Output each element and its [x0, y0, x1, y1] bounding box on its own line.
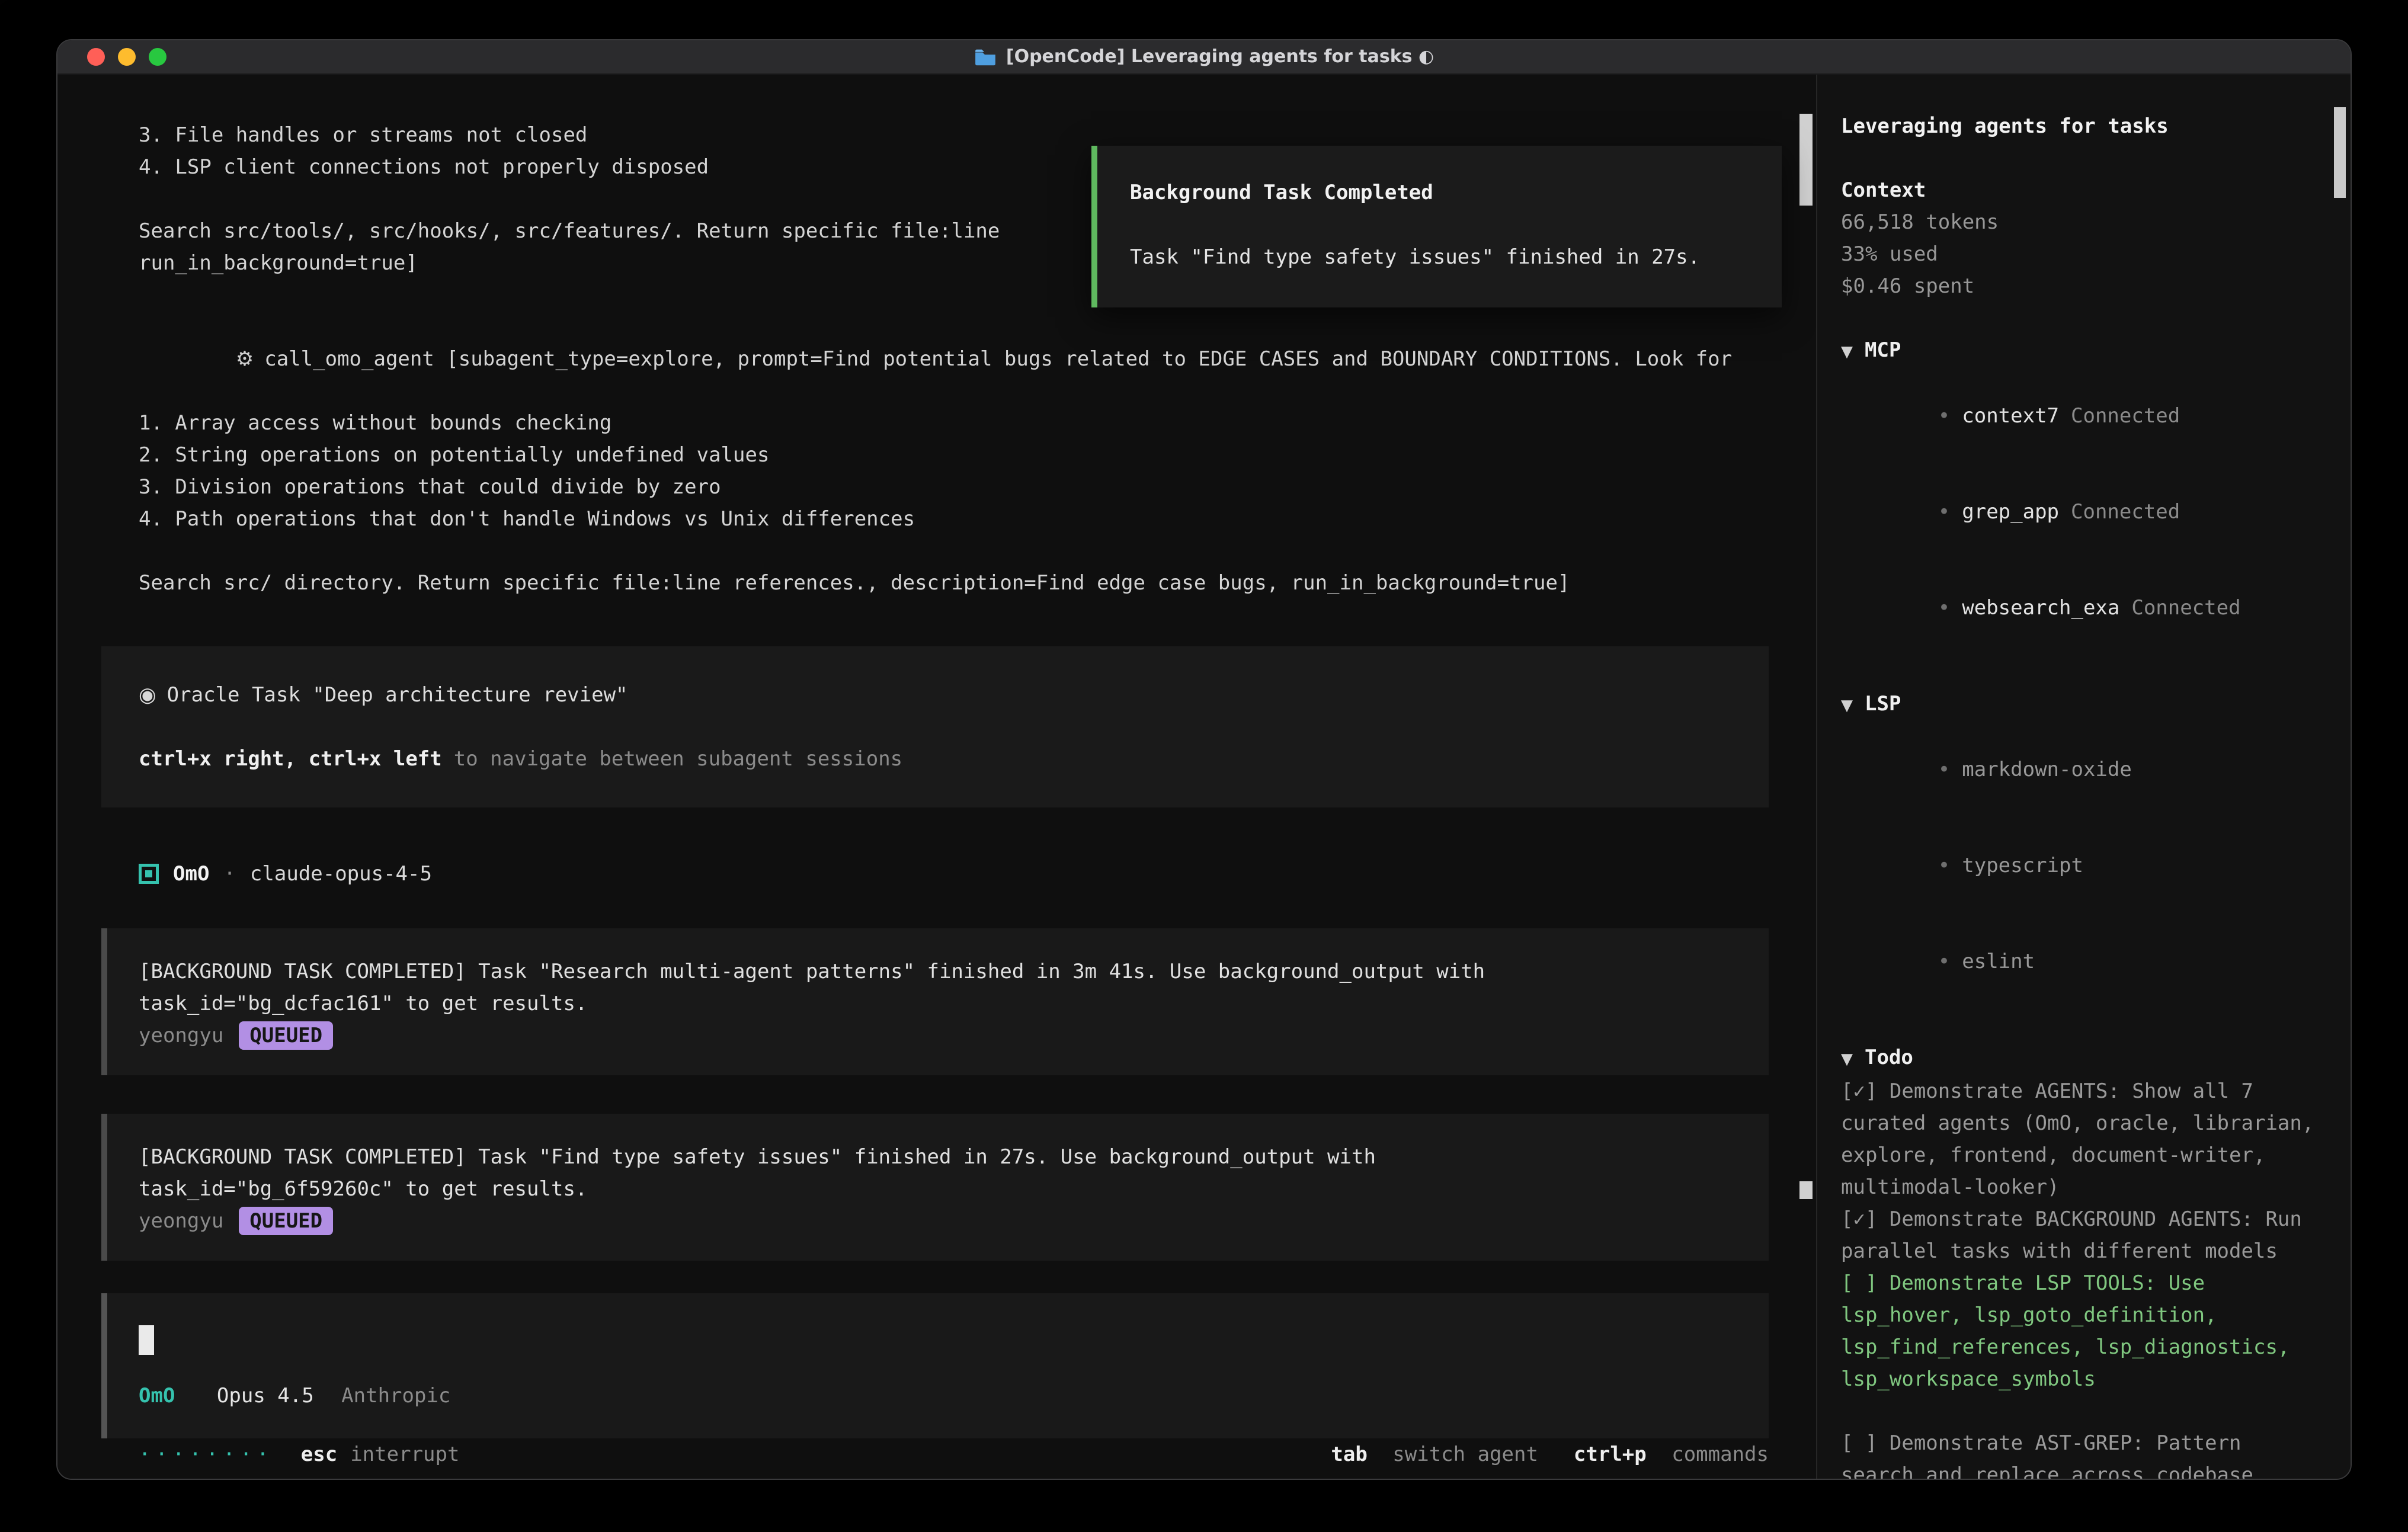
- spinner-dots: ········: [139, 1438, 274, 1470]
- minimize-button[interactable]: [118, 48, 136, 66]
- ctrl-p-key: ctrl+p: [1574, 1443, 1647, 1466]
- message-meta: yeongyu QUEUED: [139, 1205, 1733, 1237]
- todo-item: [ ] Demonstrate LSP TOOLS: Use lsp_hover…: [1841, 1267, 2317, 1395]
- agent-model: claude-opus-4-5: [250, 858, 432, 890]
- terminal-line: 3. Division operations that could divide…: [139, 471, 1769, 503]
- status-badge: QUEUED: [239, 1207, 333, 1235]
- mcp-item: •context7Connected: [1841, 368, 2317, 464]
- bullet-icon: •: [1938, 854, 1950, 877]
- esc-key-label: interrupt: [350, 1438, 459, 1470]
- terminal-line: 4. Path operations that don't handle Win…: [139, 503, 1769, 535]
- chevron-down-icon: ▼: [1841, 697, 1853, 714]
- text-cursor: [139, 1325, 154, 1355]
- lsp-section-header[interactable]: ▼ LSP: [1841, 688, 2317, 722]
- todo-item: [✓] Demonstrate AGENTS: Show all 7 curat…: [1841, 1075, 2317, 1203]
- context-heading: Context: [1841, 174, 2317, 206]
- oracle-task-title: ◉ Oracle Task "Deep architecture review": [139, 679, 1733, 711]
- agent-icon: [139, 864, 159, 884]
- agent-session-header[interactable]: OmO · claude-opus-4-5: [139, 858, 1769, 890]
- terminal-line: 2. String operations on potentially unde…: [139, 439, 1769, 471]
- commands-hint: ctrl+p commands: [1574, 1438, 1769, 1470]
- todo-item: [✓] Demonstrate BACKGROUND AGENTS: Run p…: [1841, 1203, 2317, 1267]
- agent-name: OmO: [173, 858, 209, 890]
- message-author: yeongyu: [139, 1020, 223, 1052]
- terminal-line: Search src/ directory. Return specific f…: [139, 567, 1769, 599]
- sidebar-scrollbar-thumb[interactable]: [2334, 107, 2346, 198]
- lsp-item: •markdown-oxide: [1841, 722, 2317, 818]
- notification-toast[interactable]: Background Task Completed Task "Find typ…: [1091, 146, 1782, 307]
- todo-heading: Todo: [1865, 1046, 1913, 1069]
- context-tokens: 66,518 tokens: [1841, 206, 2317, 238]
- close-button[interactable]: [87, 48, 105, 66]
- active-agent-label: OmO: [139, 1384, 175, 1408]
- context-used: 33% used: [1841, 238, 2317, 270]
- status-bar: ········ esc interrupt tab switch agent …: [139, 1438, 1769, 1470]
- toast-body: Task "Find type safety issues" finished …: [1130, 241, 1746, 273]
- folder-icon: [974, 48, 997, 66]
- lsp-heading: LSP: [1865, 692, 1901, 716]
- bullet-icon: •: [1938, 950, 1950, 973]
- bullet-icon: •: [1938, 758, 1950, 781]
- bullet-icon: •: [1938, 404, 1950, 428]
- session-title: Leveraging agents for tasks: [1841, 110, 2317, 142]
- prompt-input[interactable]: OmO Opus 4.5 Anthropic: [101, 1293, 1769, 1438]
- status-badge: QUEUED: [239, 1021, 333, 1050]
- subagent-navigation-hint: ctrl+x right, ctrl+x left to navigate bet…: [139, 743, 1733, 775]
- tab-key: tab: [1331, 1443, 1367, 1466]
- terminal-main: 3. File handles or streams not closed 4.…: [57, 75, 1816, 1479]
- window-controls: [87, 48, 166, 66]
- oracle-icon: ◉: [139, 683, 156, 707]
- message-line: task_id="bg_6f59260c" to get results.: [139, 1173, 1733, 1205]
- title-bar[interactable]: [OpenCode] Leveraging agents for tasks ◐: [57, 40, 2351, 75]
- session-sidebar: Leveraging agents for tasks Context 66,5…: [1816, 75, 2351, 1479]
- bullet-icon: •: [1938, 500, 1950, 524]
- main-scrollbar-marker[interactable]: [1799, 1181, 1813, 1199]
- chevron-down-icon: ▼: [1841, 1050, 1853, 1068]
- background-task-message: [BACKGROUND TASK COMPLETED] Task "Resear…: [101, 928, 1769, 1075]
- gear-icon: ⚙: [236, 347, 254, 371]
- message-line: [BACKGROUND TASK COMPLETED] Task "Resear…: [139, 956, 1733, 988]
- tab-hint: tab switch agent: [1331, 1438, 1538, 1470]
- message-author: yeongyu: [139, 1205, 223, 1237]
- background-task-message: [BACKGROUND TASK COMPLETED] Task "Find t…: [101, 1114, 1769, 1261]
- input-model-info: OmO Opus 4.5 Anthropic: [139, 1380, 1733, 1412]
- chevron-down-icon: ▼: [1841, 343, 1853, 361]
- active-model-label: Opus 4.5: [217, 1384, 314, 1408]
- tool-call-line: ⚙ call_omo_agent [subagent_type=explore, …: [139, 311, 1769, 407]
- tool-call-text: call_omo_agent [subagent_type=explore, p…: [264, 347, 1732, 371]
- context-spent: $0.46 spent: [1841, 270, 2317, 302]
- provider-label: Anthropic: [341, 1384, 450, 1408]
- lsp-item: •eslint: [1841, 914, 2317, 1009]
- terminal-line: 1. Array access without bounds checking: [139, 407, 1769, 439]
- app-window: [OpenCode] Leveraging agents for tasks ◐…: [56, 39, 2352, 1480]
- mcp-section-header[interactable]: ▼ MCP: [1841, 334, 2317, 368]
- separator-dot: ·: [223, 858, 235, 890]
- message-meta: yeongyu QUEUED: [139, 1020, 1733, 1052]
- window-title-text: [OpenCode] Leveraging agents for tasks ◐: [1006, 48, 1434, 66]
- hint-keys: ctrl+x right, ctrl+x left: [139, 747, 442, 771]
- hint-text: to navigate between subagent sessions: [454, 747, 902, 771]
- oracle-task-panel: ◉Oracle Task "Deep architecture review" …: [101, 646, 1769, 807]
- mcp-item: •grep_appConnected: [1841, 464, 2317, 560]
- esc-key-hint: esc: [301, 1438, 337, 1470]
- message-line: [BACKGROUND TASK COMPLETED] Task "Find t…: [139, 1141, 1733, 1173]
- todo-item: [ ] Demonstrate AST-GREP: Pattern search…: [1841, 1427, 2317, 1479]
- lsp-item: •typescript: [1841, 818, 2317, 914]
- zoom-button[interactable]: [149, 48, 166, 66]
- window-title: [OpenCode] Leveraging agents for tasks ◐: [974, 48, 1434, 66]
- bullet-icon: •: [1938, 596, 1950, 620]
- tab-label: switch agent: [1392, 1443, 1538, 1466]
- toast-title: Background Task Completed: [1130, 177, 1746, 209]
- message-line: task_id="bg_dcfac161" to get results.: [139, 988, 1733, 1020]
- input-line[interactable]: [139, 1323, 1733, 1355]
- oracle-title-text: Oracle Task "Deep architecture review": [167, 683, 628, 707]
- commands-label: commands: [1671, 1443, 1769, 1466]
- todo-section-header[interactable]: ▼ Todo: [1841, 1041, 2317, 1075]
- main-scrollbar-thumb[interactable]: [1799, 114, 1813, 206]
- mcp-item: •websearch_exaConnected: [1841, 560, 2317, 656]
- mcp-heading: MCP: [1865, 338, 1901, 362]
